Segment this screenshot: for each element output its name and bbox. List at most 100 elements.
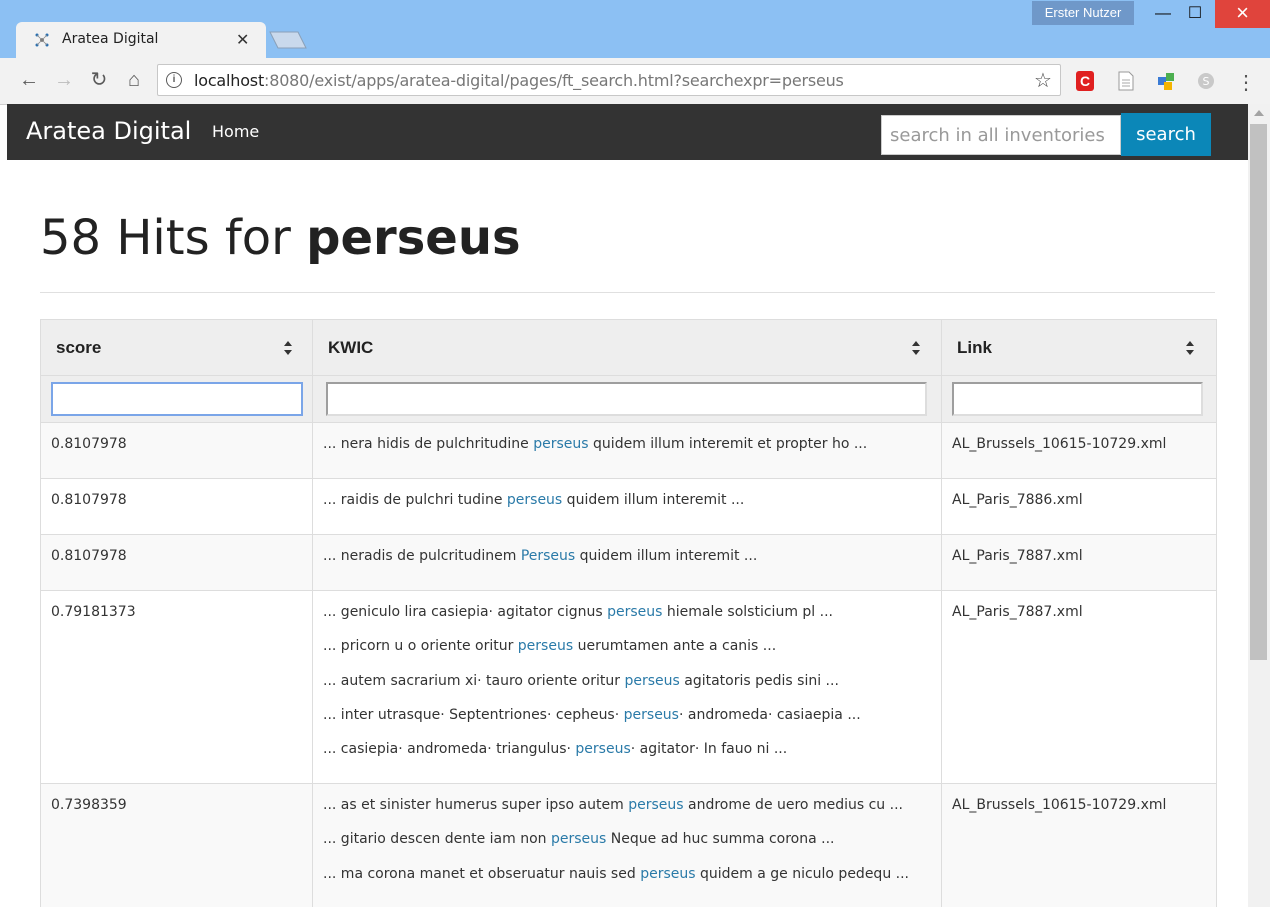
kwic-hit-term[interactable]: perseus [507, 492, 562, 508]
results-table: score KWIC Link 0.8107978 ... nera hidis … [40, 319, 1217, 907]
tab-close-icon[interactable]: ✕ [236, 30, 249, 50]
sort-icon[interactable] [1185, 339, 1195, 357]
kwic-hit-term[interactable]: perseus [607, 604, 662, 620]
kwic-context-before: ... raidis de pulchri tudine [323, 492, 507, 508]
search-term: perseus [306, 210, 521, 266]
kwic-context-before: ... nera hidis de pulchritudine [323, 436, 534, 452]
kwic-line: ... neradis de pulcritudinem Perseus qui… [323, 548, 933, 582]
kwic-hit-term[interactable]: Perseus [521, 548, 575, 564]
browser-tab[interactable]: Aratea Digital ✕ [16, 22, 266, 58]
score-cell: 0.8107978 [51, 492, 127, 508]
url-text[interactable]: localhost:8080/exist/apps/aratea-digital… [194, 71, 844, 90]
aratea-favicon-icon [35, 33, 49, 47]
kwic-context-before: ... ma corona manet et obseruatur nauis … [323, 865, 641, 882]
column-divider [312, 423, 313, 478]
kwic-hit-term[interactable]: perseus [624, 707, 679, 723]
close-window-icon[interactable]: × [1215, 0, 1270, 28]
kwic-cell: ... raidis de pulchri tudine perseus qui… [323, 492, 933, 526]
document-link[interactable]: AL_Paris_7887.xml [952, 604, 1083, 620]
column-divider [941, 479, 942, 534]
skype-extension-icon[interactable]: S [1197, 71, 1215, 91]
kwic-line: ... ma corona manet et obseruatur nauis … [323, 866, 933, 900]
link-filter-input[interactable] [952, 382, 1203, 416]
kwic-line: ... raidis de pulchri tudine perseus qui… [323, 492, 933, 526]
scrollbar-thumb[interactable] [1250, 124, 1267, 660]
column-header-kwic[interactable]: KWIC [313, 320, 942, 375]
table-row: 0.8107978 ... raidis de pulchri tudine pe… [41, 479, 1216, 535]
sort-icon[interactable] [911, 339, 921, 357]
nav-home-link[interactable]: Home [212, 122, 259, 141]
kwic-line: ... autem sacrarium xi· tauro oriente or… [323, 673, 933, 707]
kwic-hit-term[interactable]: perseus [518, 638, 573, 654]
kwic-hit-term[interactable]: perseus [551, 831, 606, 847]
reload-icon[interactable]: ↻ [87, 68, 111, 92]
column-divider [941, 423, 942, 478]
address-bar[interactable]: i localhost:8080/exist/apps/aratea-digit… [157, 64, 1061, 96]
kwic-hit-term[interactable]: perseus [628, 797, 683, 813]
new-tab-button[interactable] [268, 30, 308, 50]
kwic-line: ... inter utrasque· Septentriones· cephe… [323, 707, 933, 741]
back-arrow-icon[interactable]: ← [17, 68, 41, 92]
kwic-hit-term[interactable]: perseus [640, 866, 695, 882]
column-divider [312, 591, 313, 783]
kwic-context-after: quidem a ge niculo pedequ ... [695, 865, 909, 882]
network-extension-icon[interactable] [1157, 71, 1175, 91]
kwic-hit-term[interactable]: perseus [575, 741, 630, 757]
kwic-filter-input[interactable] [326, 382, 927, 416]
maximize-icon[interactable]: ☐ [1172, 0, 1218, 28]
forward-arrow-icon[interactable]: → [52, 68, 76, 92]
kwic-context-before: ... pricorn u o oriente oritur [323, 638, 518, 655]
column-divider [312, 784, 313, 907]
document-link[interactable]: AL_Paris_7887.xml [952, 548, 1083, 564]
kwic-hit-term[interactable]: perseus [624, 673, 679, 689]
svg-text:S: S [1203, 75, 1210, 88]
column-header-score[interactable]: score [41, 320, 313, 375]
kwic-line: ... casiepia· andromeda· triangulus· per… [323, 741, 933, 775]
bookmark-star-icon[interactable]: ☆ [1034, 68, 1052, 93]
table-header: score KWIC Link [41, 319, 1216, 376]
kwic-context-after: agitatoris pedis sini ... [679, 672, 839, 689]
table-row: 0.8107978 ... nera hidis de pulchritudine… [41, 423, 1216, 479]
kwic-context-before: ... gitario descen dente iam non [323, 831, 551, 848]
score-filter-input[interactable] [51, 382, 303, 416]
kwic-line: ... pricorn u o oriente oritur perseus u… [323, 638, 933, 672]
window-titlebar: Erster Nutzer — ☐ × Aratea Digital ✕ [0, 0, 1270, 58]
kwic-hit-term[interactable]: perseus [533, 436, 588, 452]
kwic-context-after: quidem illum interemit ... [562, 492, 745, 508]
kwic-context-before: ... as et sinister humerus super ipso au… [323, 797, 629, 813]
document-link[interactable]: AL_Brussels_10615-10729.xml [952, 436, 1166, 452]
kwic-context-before: ... inter utrasque· Septentriones· cephe… [323, 706, 624, 723]
column-divider [941, 320, 942, 375]
scroll-up-arrow-icon[interactable] [1254, 110, 1264, 116]
column-divider [312, 320, 313, 375]
kwic-line: ... as et sinister humerus super ipso au… [323, 797, 933, 831]
document-extension-icon[interactable] [1117, 71, 1135, 91]
site-brand[interactable]: Aratea Digital [26, 117, 191, 145]
score-cell: 0.8107978 [51, 548, 127, 564]
document-link[interactable]: AL_Brussels_10615-10729.xml [952, 797, 1166, 813]
kwic-cell: ... geniculo lira casiepia· agitator cig… [323, 604, 933, 775]
document-link[interactable]: AL_Paris_7886.xml [952, 492, 1083, 508]
kwic-context-after: quidem illum interemit et propter ho ... [588, 436, 868, 452]
browser-toolbar: ← → ↻ ⌂ i localhost:8080/exist/apps/arat… [0, 58, 1270, 105]
column-divider [312, 535, 313, 590]
kwic-context-after: hiemale solsticium pl ... [662, 604, 833, 620]
filter-row [41, 376, 1216, 423]
page-viewport: Aratea Digital Home search 58 Hits for p… [7, 104, 1248, 907]
profile-badge[interactable]: Erster Nutzer [1032, 1, 1134, 25]
score-cell: 0.79181373 [51, 604, 136, 620]
extension-c-icon[interactable]: C [1076, 71, 1094, 91]
search-input[interactable] [881, 115, 1121, 155]
kwic-context-after: Neque ad huc summa corona ... [606, 831, 835, 848]
vertical-scrollbar[interactable] [1248, 104, 1270, 907]
column-header-link[interactable]: Link [942, 320, 1214, 375]
search-button[interactable]: search [1121, 113, 1211, 156]
sort-icon[interactable] [283, 339, 293, 357]
kwic-cell: ... as et sinister humerus super ipso au… [323, 797, 933, 900]
info-icon[interactable]: i [166, 72, 182, 88]
home-icon[interactable]: ⌂ [122, 68, 146, 92]
kwic-line: ... gitario descen dente iam non perseus… [323, 831, 933, 865]
browser-menu-icon[interactable]: ⋮ [1236, 70, 1256, 95]
kwic-context-after: androme de uero medius cu ... [683, 797, 903, 813]
divider [40, 292, 1215, 293]
